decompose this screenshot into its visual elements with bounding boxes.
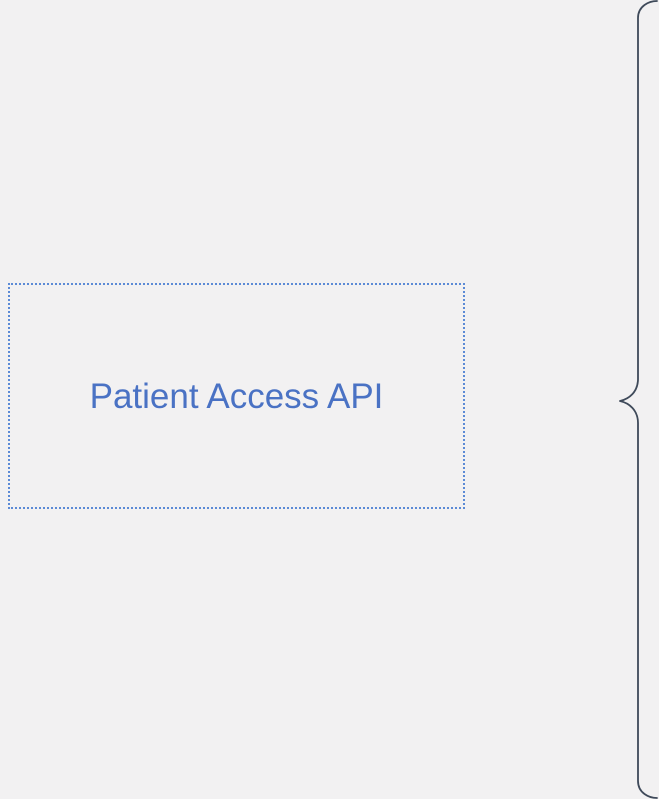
patient-access-api-box: Patient Access API: [8, 283, 465, 509]
patient-access-api-label: Patient Access API: [89, 376, 384, 416]
